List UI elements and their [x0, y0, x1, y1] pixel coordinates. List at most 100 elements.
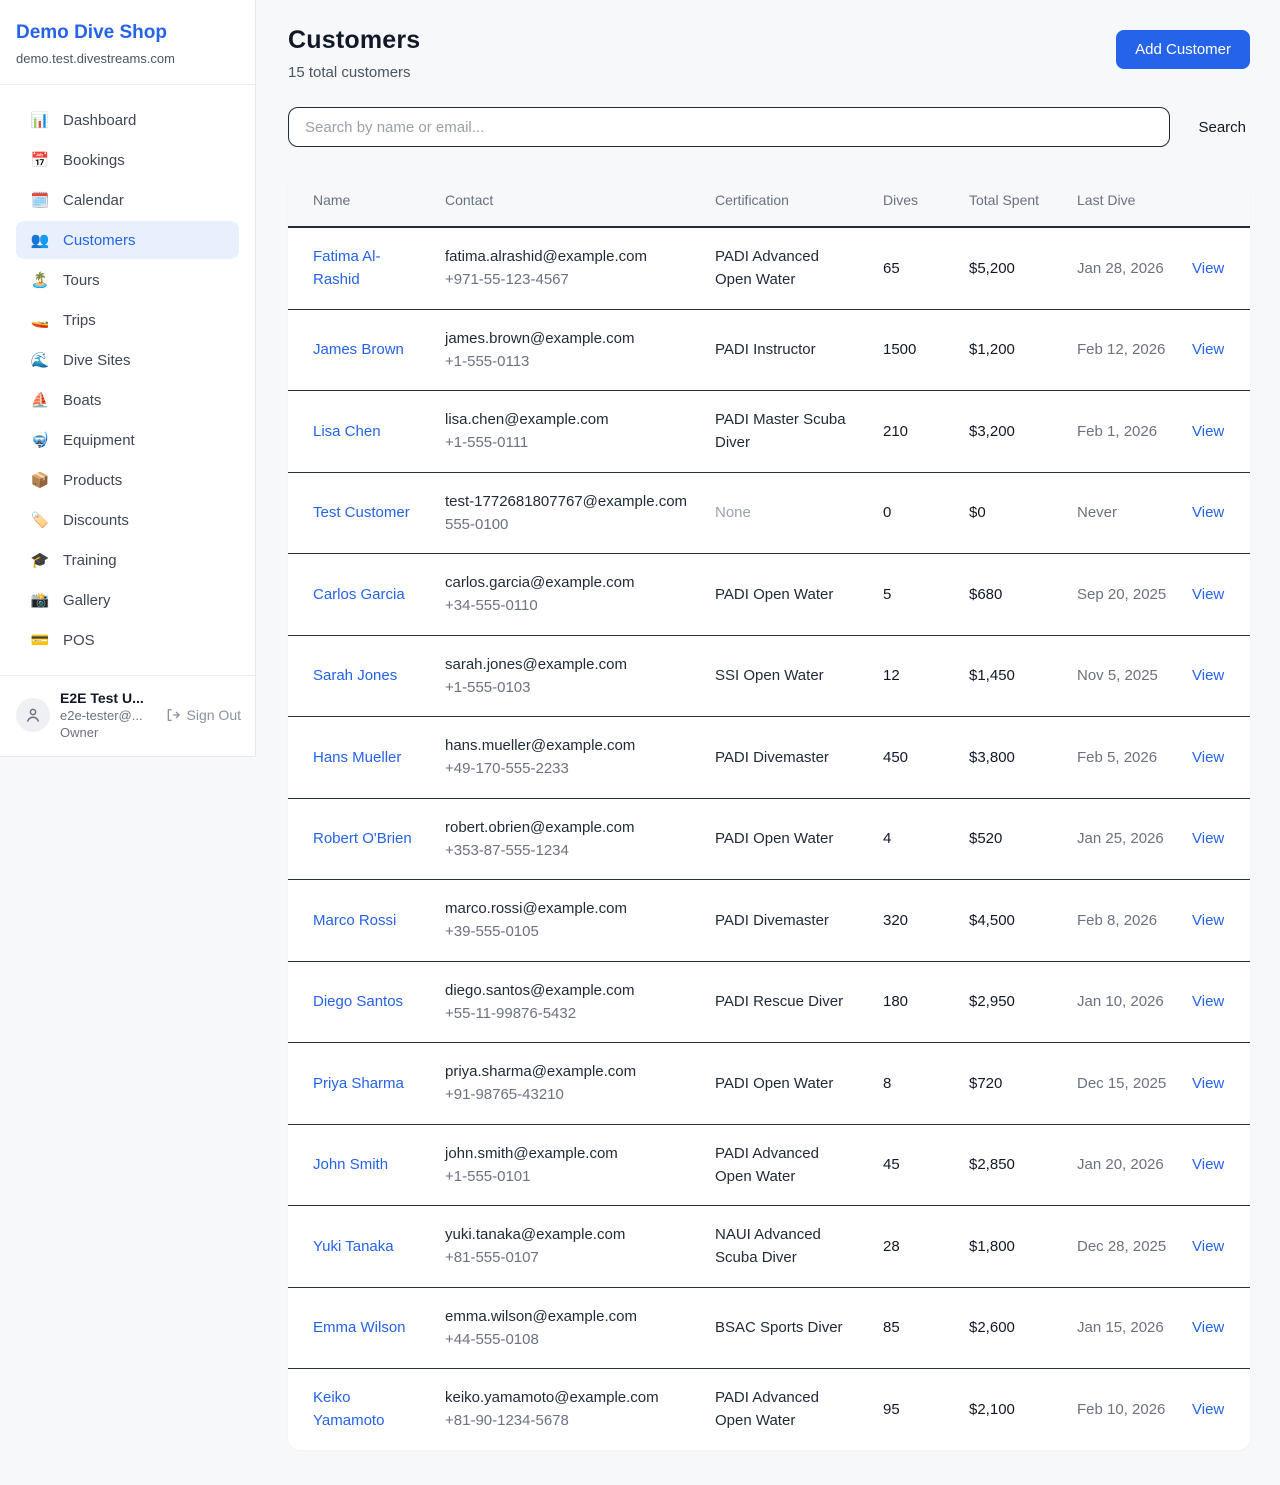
view-link[interactable]: View: [1192, 749, 1224, 766]
sidebar-item-calendar[interactable]: 🗓️ Calendar: [16, 181, 239, 219]
user-role: Owner: [60, 725, 144, 740]
sidebar-item-equipment[interactable]: 🤿 Equipment: [16, 421, 239, 459]
customer-email: lisa.chen@example.com: [445, 408, 691, 431]
sidebar-item-tours[interactable]: 🏝️ Tours: [16, 261, 239, 299]
view-link[interactable]: View: [1192, 667, 1224, 684]
view-link[interactable]: View: [1192, 504, 1224, 521]
view-link[interactable]: View: [1192, 586, 1224, 603]
gallery-icon: 📸: [30, 591, 50, 609]
view-link[interactable]: View: [1192, 1401, 1224, 1418]
customer-name-link[interactable]: Lisa Chen: [313, 420, 381, 443]
customer-dives: 320: [871, 880, 957, 962]
customer-name-link[interactable]: Hans Mueller: [313, 746, 401, 769]
pos-icon: 💳: [30, 631, 50, 649]
customer-name-link[interactable]: James Brown: [313, 338, 404, 361]
view-link[interactable]: View: [1192, 912, 1224, 929]
customer-last-dive: Jan 20, 2026: [1065, 1124, 1180, 1206]
sidebar-item-training[interactable]: 🎓 Training: [16, 541, 239, 579]
customer-name-link[interactable]: Priya Sharma: [313, 1072, 404, 1095]
customer-last-dive: Feb 1, 2026: [1065, 391, 1180, 473]
customer-phone: +44-555-0108: [445, 1328, 691, 1351]
customer-last-dive: Dec 15, 2025: [1065, 1043, 1180, 1125]
view-link[interactable]: View: [1192, 1319, 1224, 1336]
products-icon: 📦: [30, 471, 50, 489]
customer-name-link[interactable]: Sarah Jones: [313, 664, 397, 687]
table-row: Priya Sharma priya.sharma@example.com +9…: [288, 1043, 1250, 1125]
customer-total-spent: $2,600: [957, 1287, 1065, 1369]
shop-domain: demo.test.divestreams.com: [16, 51, 235, 66]
search-button[interactable]: Search: [1194, 111, 1250, 144]
customer-name-link[interactable]: Yuki Tanaka: [313, 1235, 394, 1258]
sidebar-item-gallery[interactable]: 📸 Gallery: [16, 581, 239, 619]
column-header-name: Name: [288, 173, 433, 227]
table-row: Fatima Al-Rashid fatima.alrashid@example…: [288, 227, 1250, 309]
sidebar-item-trips[interactable]: 🚤 Trips: [16, 301, 239, 339]
customer-name-link[interactable]: John Smith: [313, 1153, 388, 1176]
sidebar-nav: 📊 Dashboard 📅 Bookings 🗓️ Calendar 👥 Cus…: [0, 85, 255, 675]
user-icon: [24, 706, 42, 724]
sign-out-label: Sign Out: [187, 707, 241, 723]
customer-total-spent: $4,500: [957, 880, 1065, 962]
customer-name-link[interactable]: Carlos Garcia: [313, 583, 405, 606]
customer-name-link[interactable]: Fatima Al-Rashid: [313, 245, 421, 292]
sidebar-item-products[interactable]: 📦 Products: [16, 461, 239, 499]
sidebar-item-bookings[interactable]: 📅 Bookings: [16, 141, 239, 179]
customer-name-link[interactable]: Diego Santos: [313, 990, 403, 1013]
customer-last-dive: Dec 28, 2025: [1065, 1206, 1180, 1288]
customer-certification: PADI Divemaster: [703, 880, 871, 962]
view-link[interactable]: View: [1192, 993, 1224, 1010]
customer-certification: PADI Rescue Diver: [703, 961, 871, 1043]
boats-icon: ⛵: [30, 391, 50, 409]
table-row: Carlos Garcia carlos.garcia@example.com …: [288, 554, 1250, 636]
training-icon: 🎓: [30, 551, 50, 569]
sidebar-item-discounts[interactable]: 🏷️ Discounts: [16, 501, 239, 539]
customer-total-spent: $5,200: [957, 227, 1065, 309]
customer-certification: PADI Advanced Open Water: [703, 227, 871, 309]
customer-count: 15 total customers: [288, 64, 420, 81]
customer-phone: 555-0100: [445, 513, 691, 536]
search-input[interactable]: [288, 107, 1170, 147]
customer-certification: PADI Divemaster: [703, 717, 871, 799]
customer-last-dive: Feb 5, 2026: [1065, 717, 1180, 799]
view-link[interactable]: View: [1192, 1075, 1224, 1092]
customer-last-dive: Feb 12, 2026: [1065, 309, 1180, 391]
user-name: E2E Test U...: [60, 690, 144, 706]
customer-last-dive: Feb 8, 2026: [1065, 880, 1180, 962]
customer-name-link[interactable]: Emma Wilson: [313, 1316, 406, 1339]
sign-out-button[interactable]: Sign Out: [165, 707, 241, 723]
sidebar-item-dashboard[interactable]: 📊 Dashboard: [16, 101, 239, 139]
customer-last-dive: Nov 5, 2025: [1065, 635, 1180, 717]
user-email: e2e-tester@...: [60, 708, 144, 723]
customer-phone: +34-555-0110: [445, 594, 691, 617]
sidebar-item-boats[interactable]: ⛵ Boats: [16, 381, 239, 419]
sidebar-item-pos[interactable]: 💳 POS: [16, 621, 239, 659]
customer-name-link[interactable]: Robert O'Brien: [313, 827, 412, 850]
view-link[interactable]: View: [1192, 341, 1224, 358]
table-row: Emma Wilson emma.wilson@example.com +44-…: [288, 1287, 1250, 1369]
customer-phone: +39-555-0105: [445, 920, 691, 943]
table-row: Keiko Yamamoto keiko.yamamoto@example.co…: [288, 1369, 1250, 1450]
sidebar-header: Demo Dive Shop demo.test.divestreams.com: [0, 0, 255, 85]
view-link[interactable]: View: [1192, 1156, 1224, 1173]
customer-name-link[interactable]: Test Customer: [313, 501, 410, 524]
customer-name-link[interactable]: Marco Rossi: [313, 909, 396, 932]
customer-total-spent: $1,800: [957, 1206, 1065, 1288]
dive-sites-icon: 🌊: [30, 351, 50, 369]
sidebar-item-customers[interactable]: 👥 Customers: [16, 221, 239, 259]
customer-certification: PADI Open Water: [703, 1043, 871, 1125]
view-link[interactable]: View: [1192, 1238, 1224, 1255]
customer-dives: 4: [871, 798, 957, 880]
table-row: Marco Rossi marco.rossi@example.com +39-…: [288, 880, 1250, 962]
add-customer-button[interactable]: Add Customer: [1116, 30, 1250, 69]
view-link[interactable]: View: [1192, 260, 1224, 277]
customer-name-link[interactable]: Keiko Yamamoto: [313, 1386, 421, 1433]
customer-phone: +1-555-0111: [445, 431, 691, 454]
view-link[interactable]: View: [1192, 423, 1224, 440]
customer-last-dive: Jan 10, 2026: [1065, 961, 1180, 1043]
customer-phone: +91-98765-43210: [445, 1083, 691, 1106]
sidebar-item-dive-sites[interactable]: 🌊 Dive Sites: [16, 341, 239, 379]
view-link[interactable]: View: [1192, 830, 1224, 847]
customer-total-spent: $3,800: [957, 717, 1065, 799]
shop-title: Demo Dive Shop: [16, 22, 235, 44]
customer-dives: 65: [871, 227, 957, 309]
